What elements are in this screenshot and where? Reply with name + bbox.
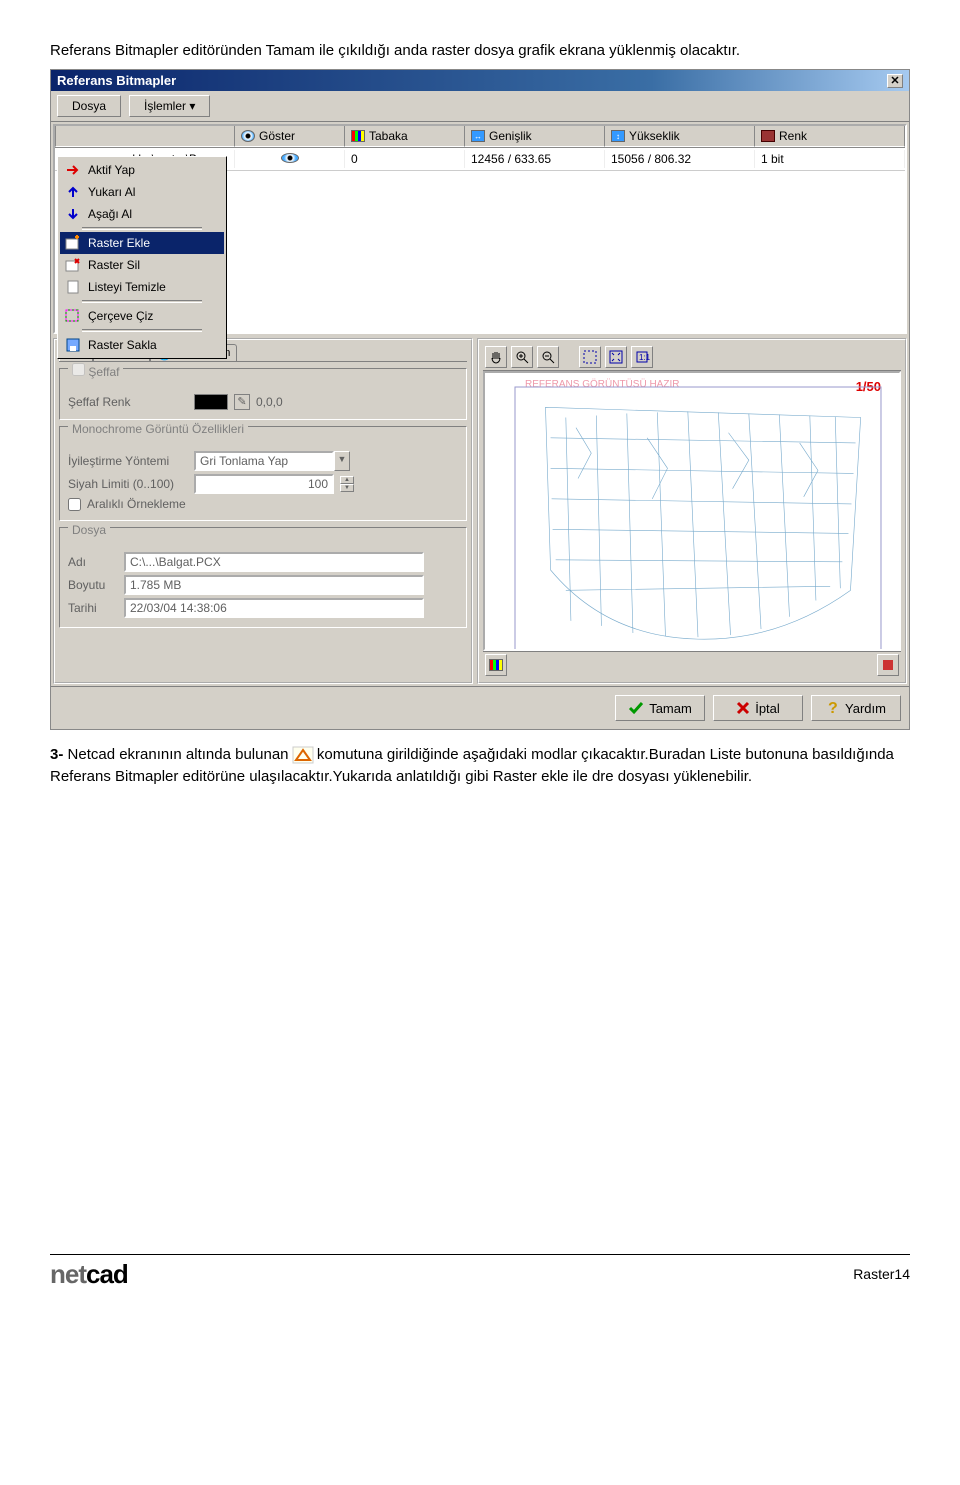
menubar: Dosya İşlemler ▾ — [51, 91, 909, 122]
monochrome-group: Monochrome Görüntü Özellikleri İyileştir… — [59, 426, 467, 521]
chevron-down-icon[interactable]: ▼ — [334, 451, 350, 471]
yontem-combo[interactable]: Gri Tonlama Yap ▼ — [194, 451, 350, 471]
limit-input[interactable]: 100 — [194, 474, 334, 494]
tarih-value: 22/03/04 14:38:06 — [124, 598, 424, 618]
yardim-button[interactable]: ?Yardım — [811, 695, 901, 721]
limit-label: Siyah Limiti (0..100) — [68, 477, 188, 491]
col-genislik[interactable]: Genişlik — [489, 129, 532, 143]
boyut-value: 1.785 MB — [124, 575, 424, 595]
clear-list-icon — [64, 279, 82, 295]
window-title: Referans Bitmapler — [57, 73, 176, 88]
check-icon — [628, 701, 644, 715]
delete-image-icon — [64, 257, 82, 273]
page-number: Raster14 — [853, 1266, 910, 1282]
raster-table: Göster Tabaka ↔Genişlik ↕Yükseklik Renk … — [53, 124, 907, 334]
preview-toolbar: 1:1 — [483, 344, 901, 371]
zoom-in-button[interactable] — [511, 346, 533, 368]
fit-extent-button[interactable] — [605, 346, 627, 368]
referans-bitmapler-window: Referans Bitmapler ✕ Dosya İşlemler ▾ Gö… — [50, 69, 910, 730]
color-swatch[interactable] — [194, 394, 228, 410]
map-preview[interactable]: REFERANS GÖRÜNTÜSÜ HAZIR 1/50 — [483, 371, 901, 651]
menu-yukari-al[interactable]: Yukarı Al — [60, 181, 224, 203]
seffaf-group: Şeffaf Şeffaf Renk ✎ 0,0,0 — [59, 368, 467, 420]
marker-button[interactable] — [877, 654, 899, 676]
triangle-up-icon — [293, 747, 313, 763]
save-icon — [64, 337, 82, 353]
actual-size-button[interactable]: 1:1 — [631, 346, 653, 368]
palette-icon — [489, 659, 503, 671]
aralik-checkbox[interactable] — [68, 498, 81, 511]
height-icon: ↕ — [611, 130, 625, 142]
eye-icon — [241, 130, 255, 142]
menu-cerceve-ciz[interactable]: Çerçeve Çiz — [60, 305, 224, 327]
yontem-label: İyileştirme Yöntemi — [68, 454, 188, 468]
boyut-label: Boyutu — [68, 578, 118, 592]
hand-tool-button[interactable] — [485, 346, 507, 368]
cell-renk: 1 bit — [755, 150, 905, 168]
color-picker-button[interactable]: ✎ — [234, 394, 250, 410]
help-icon: ? — [826, 700, 840, 716]
menu-islemler[interactable]: İşlemler ▾ — [129, 95, 210, 117]
page-footer: netcad Raster14 — [0, 1248, 960, 1310]
frame-icon — [64, 308, 82, 324]
menu-dosya[interactable]: Dosya — [57, 95, 121, 117]
zoom-out-button[interactable] — [537, 346, 559, 368]
svg-text:1:1: 1:1 — [639, 353, 651, 362]
col-goster[interactable]: Göster — [259, 129, 295, 143]
close-icon[interactable]: ✕ — [887, 74, 903, 88]
arrow-up-icon — [64, 184, 82, 200]
add-image-icon — [64, 235, 82, 251]
aralik-label: Aralıklı Örnekleme — [87, 497, 186, 511]
netcad-logo: netcad — [50, 1259, 128, 1290]
svg-text:?: ? — [828, 700, 838, 717]
cell-yukseklik: 15056 / 806.32 — [605, 150, 755, 168]
zoom-window-button[interactable] — [579, 346, 601, 368]
arrow-down-icon — [64, 206, 82, 222]
titlebar: Referans Bitmapler ✕ — [51, 70, 909, 91]
seffaf-renk-label: Şeffaf Renk — [68, 395, 188, 409]
properties-panel: 'alar Palet 🌐Projeksiyon Şeffaf Şeffaf R… — [53, 338, 473, 684]
menu-asagi-al[interactable]: Aşağı Al — [60, 203, 224, 225]
table-header-row: Göster Tabaka ↔ Genişlik ↕ Yükseklik Renk — [55, 126, 905, 148]
tamam-button[interactable]: Tamam — [615, 695, 705, 721]
layers-icon — [351, 130, 365, 142]
col-yukseklik[interactable]: Yükseklik — [629, 129, 680, 143]
adi-value: C:\...\Balgat.PCX — [124, 552, 424, 572]
dosya-dropdown: Aktif Yap Yukarı Al Aşağı Al Raster Ekle… — [57, 156, 227, 359]
intro-text: Referans Bitmapler editöründen Tamam ile… — [50, 40, 910, 61]
tarih-label: Tarihi — [68, 601, 118, 615]
palette-button[interactable] — [485, 654, 507, 676]
limit-spinner[interactable]: ▲▼ — [340, 476, 354, 492]
col-renk[interactable]: Renk — [779, 129, 807, 143]
menu-raster-ekle[interactable]: Raster Ekle — [60, 232, 224, 254]
preview-panel: 1:1 REFERANS GÖRÜNTÜSÜ HAZIR 1/50 — [477, 338, 907, 684]
step-3-text: 3- Netcad ekranının altında bulunan komu… — [50, 744, 910, 788]
eye-icon — [281, 153, 299, 163]
adi-label: Adı — [68, 555, 118, 569]
cross-icon — [736, 701, 750, 715]
color-icon — [761, 130, 775, 142]
seffaf-checkbox[interactable] — [72, 363, 85, 376]
seffaf-rgb-value: 0,0,0 — [256, 395, 283, 409]
menu-aktif-yap[interactable]: Aktif Yap — [60, 159, 224, 181]
col-tabaka[interactable]: Tabaka — [369, 129, 408, 143]
map-svg — [515, 387, 881, 651]
width-icon: ↔ — [471, 130, 485, 142]
cell-genislik: 12456 / 633.65 — [465, 150, 605, 168]
cell-tabaka: 0 — [345, 150, 465, 168]
iptal-button[interactable]: İptal — [713, 695, 803, 721]
menu-liste-temizle[interactable]: Listeyi Temizle — [60, 276, 224, 298]
dialog-buttons: Tamam İptal ?Yardım — [51, 686, 909, 729]
menu-raster-sil[interactable]: Raster Sil — [60, 254, 224, 276]
dosya-group: Dosya AdıC:\...\Balgat.PCX Boyutu1.785 M… — [59, 527, 467, 628]
menu-raster-sakla[interactable]: Raster Sakla — [60, 334, 224, 356]
arrow-right-icon — [64, 162, 82, 178]
